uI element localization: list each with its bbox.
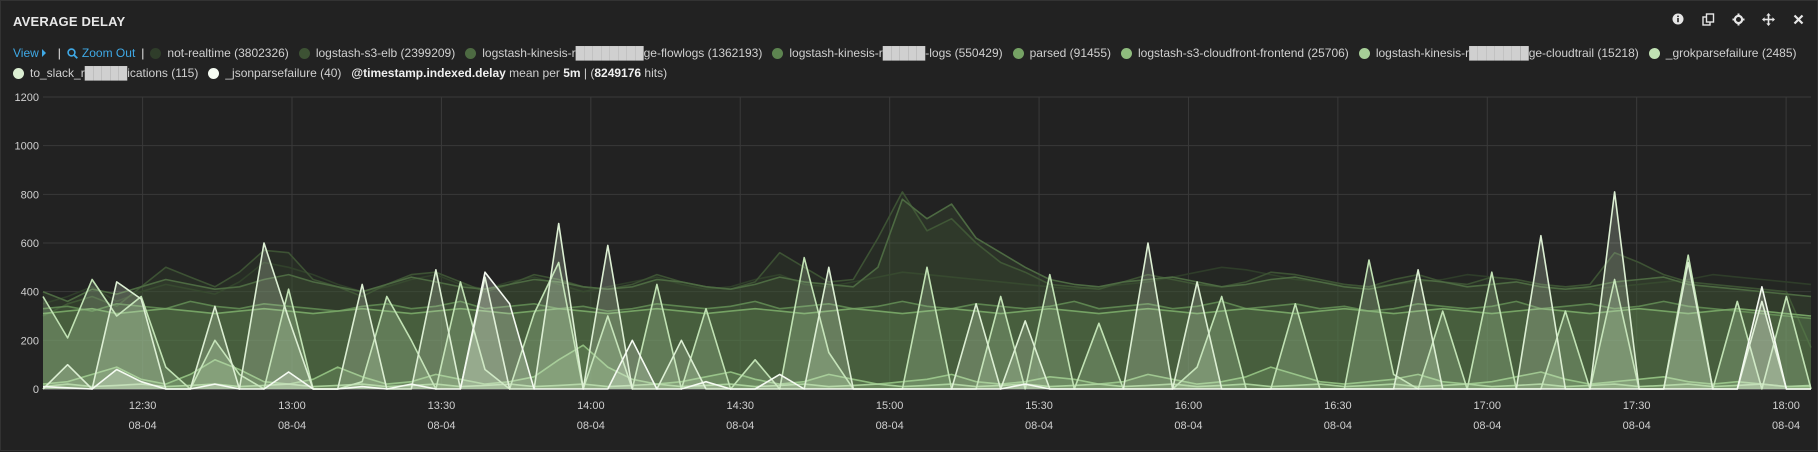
hits-suffix: hits)	[641, 66, 668, 80]
legend-label[interactable]: logstash-kinesis-r████████ge-flowlogs (1…	[482, 46, 762, 60]
legend-label[interactable]: logstash-kinesis-r███████ge-cloudtrail (…	[1376, 46, 1639, 60]
legend-item[interactable]: logstash-s3-elb (2399209)	[298, 46, 455, 60]
x-tick-date: 08-04	[1324, 420, 1352, 432]
legend-swatch	[150, 47, 162, 59]
y-tick-label: 600	[21, 238, 39, 250]
move-icon[interactable]	[1759, 13, 1777, 29]
panel-toolbar	[1669, 13, 1807, 29]
x-tick-time: 16:00	[1175, 400, 1203, 412]
legend-swatch	[1648, 47, 1660, 59]
legend-item[interactable]: _grokparsefailure (2485)	[1648, 46, 1797, 60]
query-interval: 5m	[563, 66, 581, 80]
legend-label[interactable]: to_slack_r█████ications (115)	[30, 66, 198, 80]
zoom-out-button[interactable]: Zoom Out	[67, 46, 135, 60]
divider: |	[57, 46, 61, 60]
average-delay-panel: AVERAGE DELAY View | Zoom Out | not-real…	[0, 0, 1818, 451]
info-icon[interactable]	[1669, 13, 1687, 29]
legend-label[interactable]: _jsonparsefailure (40)	[225, 66, 341, 80]
legend-swatch	[208, 67, 220, 79]
y-tick-label: 800	[21, 189, 39, 201]
x-tick-date: 08-04	[1025, 420, 1053, 432]
legend-items: not-realtime (3802326) logstash-s3-elb (2…	[150, 46, 1806, 60]
x-tick-time: 14:00	[577, 400, 605, 412]
x-tick-time: 13:30	[428, 400, 456, 412]
x-tick-date: 08-04	[1174, 420, 1202, 432]
legend-item[interactable]: logstash-kinesis-r███████ge-cloudtrail (…	[1358, 46, 1639, 60]
duplicate-icon[interactable]	[1699, 13, 1717, 29]
y-tick-label: 200	[21, 335, 39, 347]
x-tick-time: 17:00	[1474, 400, 1502, 412]
legend-swatch	[1012, 47, 1024, 59]
x-tick-date: 08-04	[278, 420, 306, 432]
delay-chart[interactable]: 0 200 400 600 800 1000 1200 12:30 08-04 13:00 08-0…	[1, 81, 1818, 452]
x-tick-date: 08-04	[1473, 420, 1501, 432]
legend-swatch	[465, 47, 477, 59]
x-tick-date: 08-04	[726, 420, 754, 432]
x-tick-date: 08-04	[129, 420, 157, 432]
view-menu[interactable]: View	[13, 46, 52, 60]
y-tick-label: 0	[33, 384, 39, 396]
x-tick-time: 14:30	[726, 400, 754, 412]
legend-swatch	[1358, 47, 1370, 59]
divider: |	[141, 46, 145, 60]
legend-item[interactable]: logstash-kinesis-r█████-logs (550429)	[772, 46, 1003, 60]
legend-item[interactable]: parsed (91455)	[1012, 46, 1111, 60]
legend-swatch	[772, 47, 784, 59]
x-tick-time: 18:00	[1772, 400, 1800, 412]
gear-icon[interactable]	[1729, 13, 1747, 29]
legend-swatch	[1121, 47, 1133, 59]
legend-label[interactable]: not-realtime (3802326)	[167, 46, 288, 60]
query-stat: mean per	[505, 66, 564, 80]
y-tick-label: 400	[21, 287, 39, 299]
legend-label[interactable]: parsed (91455)	[1030, 46, 1111, 60]
legend-item[interactable]: _jsonparsefailure (40)	[208, 66, 341, 80]
legend-item[interactable]: not-realtime (3802326)	[150, 46, 289, 60]
x-tick-time: 17:30	[1623, 400, 1651, 412]
legend-items: to_slack_r█████ications (115) _jsonparsef…	[13, 66, 351, 80]
search-icon	[67, 47, 78, 59]
legend-label[interactable]: _grokparsefailure (2485)	[1666, 46, 1797, 60]
x-tick-date: 08-04	[577, 420, 605, 432]
x-tick-time: 12:30	[129, 400, 157, 412]
legend-item[interactable]: logstash-kinesis-r████████ge-flowlogs (1…	[465, 46, 762, 60]
panel-title: AVERAGE DELAY	[13, 14, 126, 29]
hits-count: 8249176	[594, 66, 642, 80]
legend-row-1: View | Zoom Out | not-realtime (3802326)…	[13, 45, 1807, 61]
x-tick-date: 08-04	[1772, 420, 1800, 432]
legend-item[interactable]: logstash-s3-cloudfront-frontend (25706)	[1121, 46, 1349, 60]
legend-swatch	[298, 47, 310, 59]
legend-row-2: to_slack_r█████ications (115) _jsonparsef…	[13, 65, 667, 81]
zoom-out-label[interactable]: Zoom Out	[82, 46, 135, 60]
caret-right-icon	[41, 49, 46, 57]
x-tick-date: 08-04	[876, 420, 904, 432]
legend-label[interactable]: logstash-kinesis-r█████-logs (550429)	[789, 46, 1002, 60]
x-tick-time: 13:00	[278, 400, 306, 412]
y-tick-label: 1200	[15, 92, 39, 104]
close-icon[interactable]	[1789, 13, 1807, 29]
legend-swatch	[13, 67, 24, 79]
query-field: @timestamp.indexed.delay	[351, 66, 506, 80]
hits-prefix: | (	[580, 66, 595, 80]
x-tick-time: 15:00	[876, 400, 904, 412]
x-tick-date: 08-04	[1623, 420, 1651, 432]
x-tick-time: 16:30	[1324, 400, 1352, 412]
query-summary: @timestamp.indexed.delay mean per 5m | (…	[351, 66, 667, 80]
x-tick-date: 08-04	[427, 420, 455, 432]
legend-item[interactable]: to_slack_r█████ications (115)	[13, 66, 198, 80]
legend-label[interactable]: logstash-s3-elb (2399209)	[316, 46, 455, 60]
y-tick-label: 1000	[15, 141, 39, 153]
legend-label[interactable]: logstash-s3-cloudfront-frontend (25706)	[1138, 46, 1349, 60]
view-label[interactable]: View	[13, 46, 39, 60]
x-tick-time: 15:30	[1025, 400, 1053, 412]
